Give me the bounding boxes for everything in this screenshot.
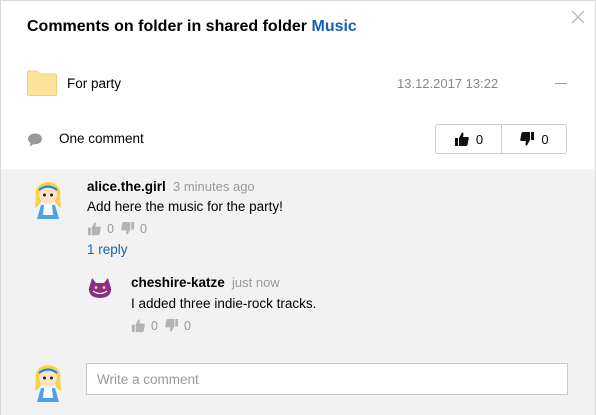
thumbs-up-icon <box>87 222 101 236</box>
replies-link[interactable]: 1 reply <box>87 242 128 257</box>
reply-like-button[interactable]: 0 <box>131 318 158 333</box>
thumbs-down-icon <box>165 318 179 332</box>
thumbs-down-icon <box>121 221 135 235</box>
thumbs-up-icon <box>454 132 469 146</box>
reply-like-count: 0 <box>151 318 158 333</box>
comment-votes: 0 0 <box>87 221 147 236</box>
folder-vote-group: 0 0 <box>435 124 567 154</box>
comments-dialog: Comments on folder in shared folder Musi… <box>0 0 596 415</box>
like-button[interactable]: 0 <box>436 125 501 153</box>
comment-dislike-count: 0 <box>139 221 147 236</box>
dislike-count: 0 <box>541 131 549 147</box>
reply-votes: 0 0 <box>131 318 191 333</box>
comment-input[interactable] <box>86 363 568 395</box>
comment-text: Add here the music for the party! <box>87 199 283 214</box>
comment-like-count: 0 <box>107 221 114 236</box>
reply-author[interactable]: cheshire-katze <box>131 275 225 290</box>
like-count: 0 <box>475 131 484 147</box>
dislike-button[interactable]: 0 <box>501 125 566 153</box>
collapse-button[interactable] <box>555 83 567 84</box>
reply-text: I added three indie-rock tracks. <box>131 296 317 311</box>
reply-dislike-button[interactable]: 0 <box>164 318 191 333</box>
comment-count: One comment <box>59 131 144 146</box>
folder-name: For party <box>67 76 122 91</box>
dialog-title: Comments on folder in shared folder Musi… <box>27 18 357 36</box>
close-icon[interactable] <box>571 10 585 24</box>
comment-like-button[interactable]: 0 <box>87 221 114 236</box>
comment-dislike-button[interactable]: 0 <box>120 221 147 236</box>
thumbs-down-icon <box>520 132 535 146</box>
folder-row: For party 13.12.2017 13:22 <box>1 67 596 101</box>
dialog-title-text: Comments on folder in shared folder <box>27 18 308 35</box>
alice-avatar <box>35 182 61 219</box>
comment-author[interactable]: alice.the.girl <box>87 179 166 194</box>
shared-folder-link[interactable]: Music <box>311 18 356 35</box>
comment-time: 3 minutes ago <box>173 179 255 194</box>
reply-dislike-count: 0 <box>183 318 191 333</box>
current-user-avatar <box>35 365 61 402</box>
cheshire-avatar <box>88 278 112 298</box>
comment-bubble-icon <box>28 133 42 147</box>
folder-icon <box>27 70 57 96</box>
reply-time: just now <box>232 275 280 290</box>
folder-date: 13.12.2017 13:22 <box>397 76 499 91</box>
comments-summary: One comment 0 0 <box>1 123 596 155</box>
thumbs-up-icon <box>131 319 145 333</box>
